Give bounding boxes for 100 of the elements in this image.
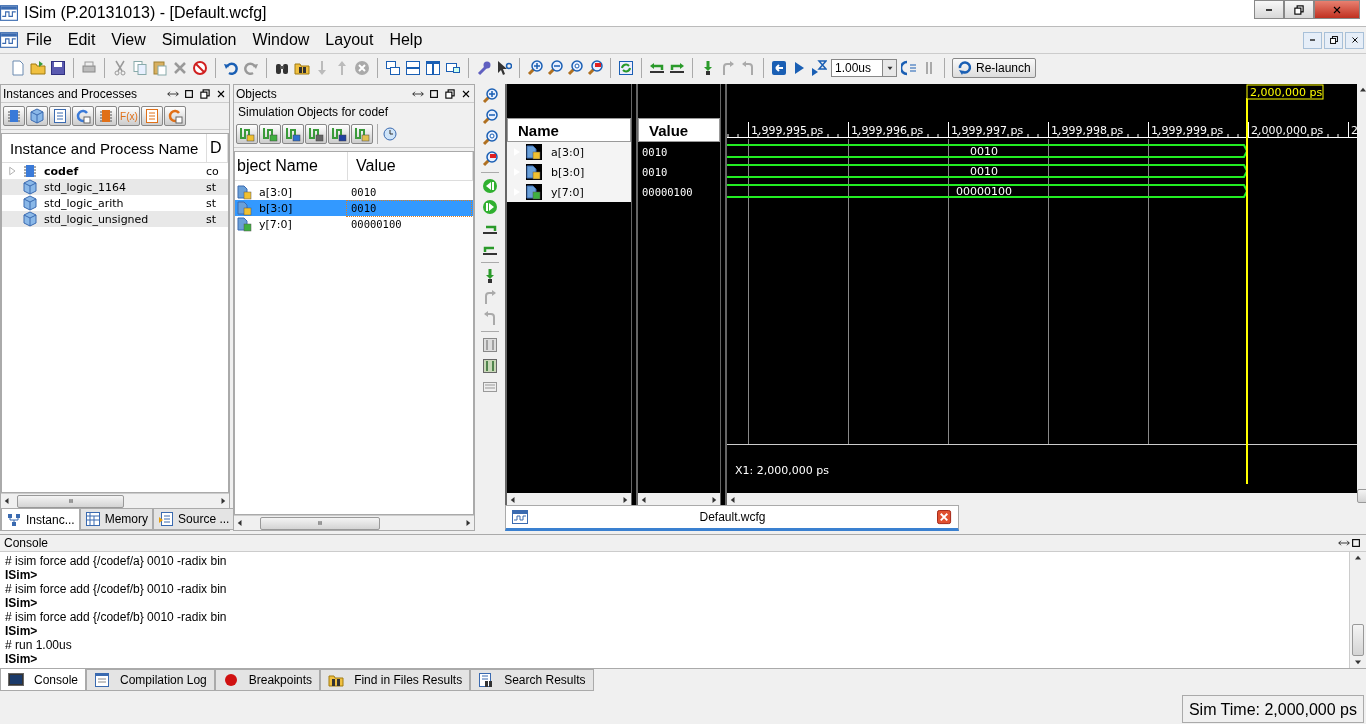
wrench-icon[interactable] (476, 60, 492, 76)
zoom-in-icon[interactable] (527, 60, 543, 76)
zoom-fit-icon[interactable] (567, 60, 583, 76)
run-time-field[interactable]: 1.00us (831, 59, 883, 77)
maximize-icon[interactable] (428, 87, 440, 100)
signal-name[interactable]: b[3:0] (545, 165, 585, 179)
console-tab[interactable]: Search Results (470, 669, 594, 691)
maximize-icon[interactable] (183, 87, 195, 100)
signal-name[interactable]: a[3:0] (545, 145, 585, 159)
menu-item[interactable]: View (103, 31, 154, 49)
tile-horizontal-icon[interactable] (405, 60, 421, 76)
tree-item[interactable]: std_logic_unsigned (38, 212, 206, 226)
scrollbar-thumb[interactable] (1357, 489, 1366, 503)
panel-tab[interactable]: Memory (79, 508, 154, 530)
break-icon[interactable] (901, 60, 917, 76)
zoom-marker-icon[interactable] (482, 151, 498, 167)
signal-filter-button[interactable] (282, 124, 304, 144)
tree-item[interactable]: std_logic_arith (38, 196, 206, 210)
console-line: # isim force add {/codef/b} 0010 -radix bin (5, 610, 228, 624)
restore-button[interactable] (1284, 0, 1314, 19)
tile-vertical-icon[interactable] (425, 60, 441, 76)
step-forward-icon[interactable] (669, 60, 685, 76)
menu-item[interactable]: Layout (317, 31, 382, 49)
paste-icon[interactable] (152, 60, 168, 76)
menu-item[interactable]: Simulation (153, 31, 245, 49)
object-row[interactable]: b[3:0] 0010 (235, 200, 473, 216)
snap-toggle-icon[interactable] (482, 358, 498, 374)
object-row[interactable]: y[7:0] 00000100 (235, 216, 473, 232)
undo-icon[interactable] (223, 60, 239, 76)
signal-filter-button[interactable] (328, 124, 350, 144)
toolbar-button[interactable] (3, 106, 25, 126)
console-tab[interactable]: Console (0, 669, 87, 691)
panel-tab[interactable]: Instanc... (1, 508, 80, 530)
console-tab[interactable]: Breakpoints (214, 669, 321, 691)
help-pointer-icon[interactable] (496, 60, 512, 76)
column-header[interactable]: Value (348, 152, 473, 180)
object-row[interactable]: a[3:0] 0010 (235, 184, 473, 200)
scrollbar-thumb[interactable] (260, 516, 380, 530)
go-to-start-icon[interactable] (482, 178, 498, 194)
tree-item[interactable]: codef (38, 164, 206, 178)
zoom-marker-icon[interactable] (587, 60, 603, 76)
column-header[interactable]: Value (638, 118, 720, 142)
run-for-time-icon[interactable] (811, 60, 827, 76)
column-header[interactable]: bject Name (235, 152, 348, 180)
restore-icon[interactable] (199, 87, 211, 100)
column-header[interactable]: Instance and Process Name (2, 134, 207, 162)
minimize-button[interactable] (1254, 0, 1284, 19)
document-minimize-button[interactable] (1303, 31, 1322, 49)
document-restore-button[interactable] (1324, 31, 1343, 49)
restore-icon[interactable] (444, 87, 456, 100)
no-entry-icon[interactable] (192, 60, 208, 76)
close-icon[interactable] (937, 509, 952, 525)
editor-tab[interactable]: Default.wcfg (505, 505, 959, 531)
signal-filter-button[interactable] (305, 124, 327, 144)
zoom-out-icon[interactable] (482, 109, 498, 125)
toolbar-button[interactable] (26, 106, 48, 126)
console-tab[interactable]: Find in Files Results (320, 669, 471, 691)
zoom-fit-icon[interactable] (482, 130, 498, 146)
document-close-button[interactable] (1345, 31, 1364, 49)
toolbar-button[interactable] (49, 106, 71, 126)
menu-item[interactable]: Window (244, 31, 318, 49)
maximize-icon[interactable] (1350, 537, 1362, 549)
panel-tab[interactable]: Source ... (153, 508, 235, 530)
go-to-end-icon[interactable] (482, 199, 498, 215)
windows-icon[interactable] (445, 60, 461, 76)
relaunch-button[interactable]: Re-launch (952, 58, 1036, 78)
toolbar-button[interactable] (95, 106, 117, 126)
refresh-icon[interactable] (618, 60, 634, 76)
app-menu-icon[interactable] (0, 31, 18, 49)
time-tick-label: 1,999,998 ps (1051, 124, 1124, 137)
column-header[interactable]: D (207, 134, 228, 162)
toolbar-button[interactable] (141, 106, 163, 126)
tree-item[interactable]: std_logic_1164 (38, 180, 206, 194)
menu-item[interactable]: Help (381, 31, 431, 49)
zoom-out-icon[interactable] (547, 60, 563, 76)
folder-binoculars-icon[interactable] (294, 60, 310, 76)
scrollbar-thumb[interactable] (17, 494, 124, 508)
console-tab[interactable]: Compilation Log (86, 669, 215, 691)
console-prompt: ISim> (5, 596, 39, 610)
signal-value: 0010 (350, 185, 378, 200)
expand-arrows-icon[interactable] (1338, 537, 1350, 549)
restart-icon[interactable] (771, 60, 787, 76)
toolbar-button[interactable] (72, 106, 94, 126)
dropdown-button[interactable] (883, 59, 897, 77)
menu-item[interactable]: Edit (59, 31, 104, 49)
signal-name[interactable]: y[7:0] (545, 185, 584, 199)
table-cell-text: st (206, 212, 218, 226)
waveform-canvas[interactable]: 1,999,995 ps 1,999,996 ps 1,999,997 ps 1,999,998 ps 1,999,999 ps 2,000,000 ps 2 0010 0010 00000100 2,000,000 ps X1: 2,000,000 ps (727, 84, 1357, 484)
zoom-in-icon[interactable] (482, 88, 498, 104)
save-icon[interactable] (50, 60, 66, 76)
snap-icon[interactable] (482, 337, 498, 353)
step-back-icon[interactable] (649, 60, 665, 76)
cascade-windows-icon[interactable] (385, 60, 401, 76)
column-header[interactable]: Name (507, 118, 631, 142)
toolbar-button[interactable] (164, 106, 186, 126)
window-title: ISim (P.20131013) - [Default.wcfg] (24, 4, 267, 22)
signal-value: 0010 (347, 200, 471, 216)
menu-item[interactable]: File (18, 31, 60, 49)
alarm-clock-icon[interactable] (382, 126, 398, 142)
scrollbar-thumb[interactable] (1352, 624, 1364, 656)
